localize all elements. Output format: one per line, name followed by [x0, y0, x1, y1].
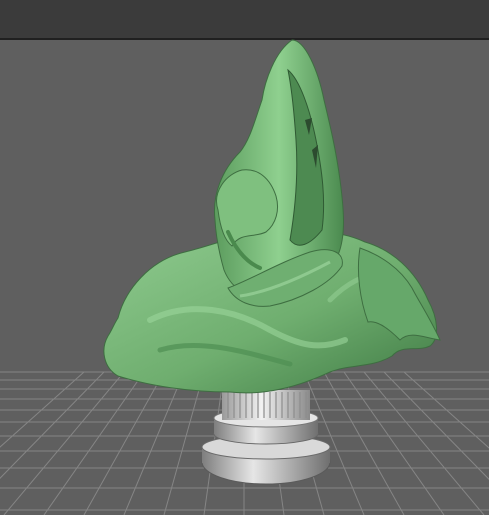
pedestal-model[interactable]	[201, 390, 331, 485]
bust-model[interactable]	[103, 39, 441, 394]
scene-canvas[interactable]	[0, 0, 489, 515]
3d-viewport[interactable]	[0, 0, 489, 515]
